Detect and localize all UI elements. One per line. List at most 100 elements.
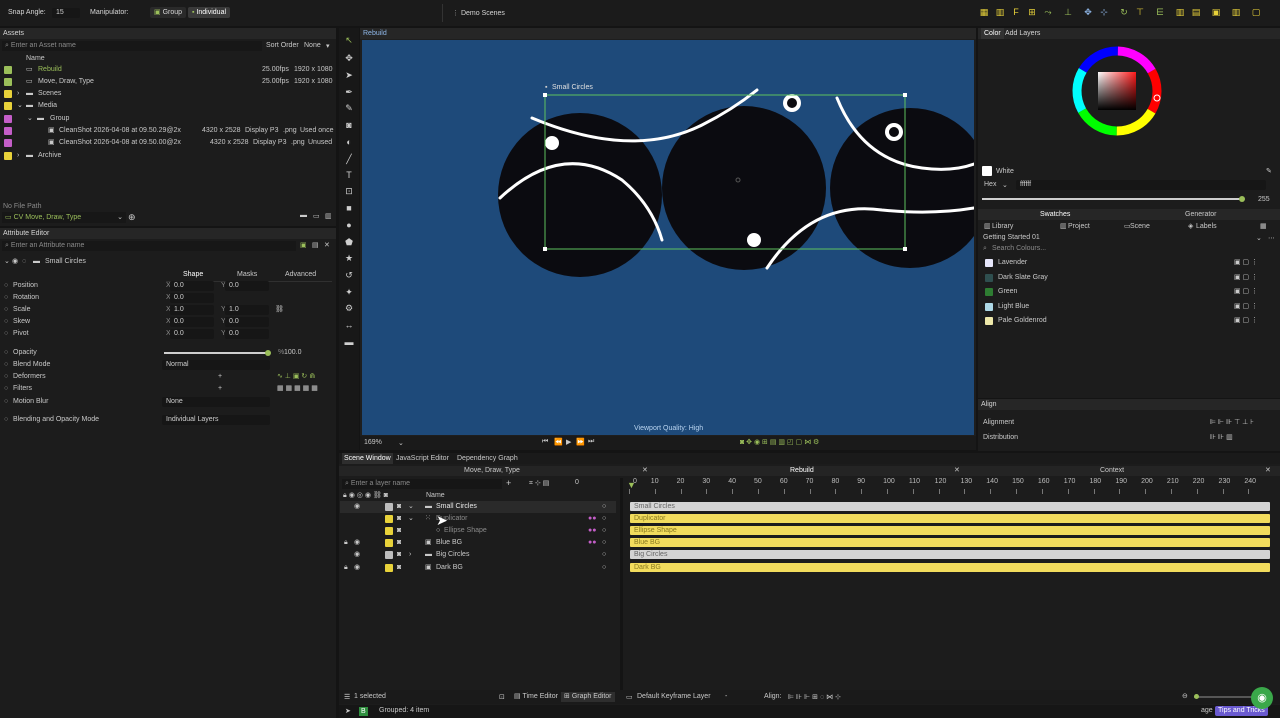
render-column-icon[interactable]: ◙ [384,492,388,499]
filter-icon[interactable]: ▣ [300,241,307,249]
alpha-value[interactable]: 255 [1258,196,1270,203]
text-tool-icon[interactable]: T [343,169,355,181]
pivot-x-input[interactable]: 0.0 [170,329,214,339]
circle-indicator-icon[interactable]: ○ [602,501,606,513]
lock-icon[interactable]: ◌ [22,256,26,268]
close-icon[interactable]: ✕ [642,466,648,476]
selection-handle[interactable] [903,93,907,97]
rotate-icon[interactable]: ↻ [1118,6,1130,18]
skip-end-icon[interactable]: ⏭ [588,438,594,446]
scene-tab-context[interactable]: Context [1100,466,1124,476]
tab-masks[interactable]: Masks [237,271,257,278]
blend-mode-select[interactable]: Normal [162,360,270,370]
visibility-icon[interactable]: ◉ [354,501,360,513]
layer-row[interactable]: 🔒︎ ◉ ◙ ▣ Dark BG ○ [340,562,616,574]
chevron-down-icon[interactable]: ⌄ [4,256,10,268]
frame-icon[interactable]: F [1010,6,1022,18]
keyframe-dash-field[interactable]: - [725,693,727,700]
grid-view-icon[interactable]: ▦ [1260,221,1267,232]
swatch-row[interactable]: Lavender ▣ ▢ ⋮ [978,257,1280,269]
bars-icon[interactable]: ▥ [1174,6,1186,18]
add-deformer-icon[interactable]: + [218,371,222,383]
bar-tool-icon[interactable]: ▬ [343,336,355,348]
layers-icon[interactable]: ▤ [312,241,319,249]
snap-angle-input[interactable]: 15 [52,8,80,18]
star-tool-icon[interactable]: ★ [343,252,355,264]
shape-tool-icon[interactable]: ◐ [343,136,355,148]
scene-selector[interactable]: ▭ CV Move, Draw, Type ⌄ [2,212,126,223]
manipulator-individual-toggle[interactable]: ▪ Individual [188,7,231,18]
viewport-tab[interactable]: Rebuild [363,30,387,37]
colour-search-input[interactable]: Search Colours... [992,245,1046,252]
layer-row[interactable]: ◙ ○ Ellipse Shape ●● ○ [340,525,616,537]
circle-indicator-icon[interactable]: ○ [602,549,606,561]
swatch-actions-icon[interactable]: ▣ ▢ ⋮ [1234,257,1258,269]
chevron-right-icon[interactable]: › [17,150,19,162]
selection-handle[interactable] [543,247,547,251]
columns-icon[interactable]: ▥ [1230,6,1242,18]
tab-shape[interactable]: Shape [183,271,203,278]
snap-grid-icon[interactable]: ▥ [994,6,1006,18]
layout-icon[interactable]: ▣ [1210,6,1222,18]
chevron-down-icon[interactable]: ⌄ [17,100,23,112]
render-icon[interactable]: ◙ [397,525,401,537]
polygon-tool-icon[interactable]: ⬟ [343,236,355,248]
select-tool-icon[interactable]: ↖ [343,34,355,46]
eye-column-icon[interactable]: ◉ [349,492,355,499]
motion-indicator-icon[interactable]: ●● [588,537,596,549]
align-keyframe-icons[interactable]: ⊫ ⊪ ⊩ ⊞ ◌ ⋈ ⊹ [788,693,841,701]
guides-icon[interactable]: ⊞ [1026,6,1038,18]
layer-row[interactable]: ◙ ⌄ ⁙ Duplicator ●● ○ [340,513,616,525]
layer-row[interactable]: ◉ ◙ › ▬ Big Circles ○ [340,549,616,561]
scene-tab-move-draw-type[interactable]: Move, Draw, Type [464,466,520,476]
eyedropper-icon[interactable]: ✎ [1266,167,1272,175]
deformer-tools-icon[interactable]: ∿ ⊥ ▣ ↻ ⋒ [277,371,315,383]
align-bottom-icon[interactable]: ⊥ [1062,6,1074,18]
timeline-zoom-handle[interactable] [1194,694,1199,699]
motion-indicator-icon[interactable]: ●● [588,525,596,537]
lock-icon[interactable]: 🔒︎ [344,537,348,549]
visibility-icon[interactable]: ◉ [12,256,18,268]
zoom-out-icon[interactable]: ⊖ [1182,692,1188,700]
layer-row[interactable]: ◉ ◙ ⌄ ▬ Small Circles ○ [340,501,616,513]
layer-search-bar[interactable]: ⌕ Enter a layer name [342,479,502,489]
new-scene-icon[interactable]: ▭ [313,212,320,220]
ellipse-tool-icon[interactable]: ● [343,219,355,231]
asset-row[interactable]: ▭ Rebuild 25.00fps 1920 x 1080 [0,64,336,76]
width-tool-icon[interactable]: ↔ [343,319,355,331]
pen-tool-icon[interactable]: ✒ [343,86,355,98]
tab-scene-window[interactable]: Scene Window [342,453,393,464]
selection-handle[interactable] [903,247,907,251]
filter-tools-icon[interactable]: ▦ ▦ ▦ ▦ ▦ [277,383,318,395]
circle-indicator-icon[interactable]: ○ [602,537,606,549]
sparkle-tool-icon[interactable]: ✦ [343,286,355,298]
visibility-icon[interactable]: ◉ [354,562,360,574]
color-wheel[interactable] [1072,46,1162,136]
timeline-divider[interactable] [620,478,623,700]
swatch-actions-icon[interactable]: ▣ ▢ ⋮ [1234,315,1258,327]
assets-search-bar[interactable]: ⌕ Enter an Asset name [2,41,262,51]
render-icon[interactable]: ◙ [397,537,401,549]
swatch-actions-icon[interactable]: ▣ ▢ ⋮ [1234,286,1258,298]
render-icon[interactable]: ◙ [397,549,401,561]
chevron-down-icon[interactable]: ⌄ [1256,234,1262,242]
tab-dependency-graph[interactable]: Dependency Graph [457,453,518,464]
distribute-icon[interactable]: ⋿ [1154,6,1166,18]
timeline-track[interactable]: Small Circles [630,502,1270,511]
asset-row[interactable]: ▣ CleanShot 2026-04-08 at 09.50.29@2x 43… [0,125,336,137]
rectangle-tool-icon[interactable]: ■ [343,202,355,214]
sort-dropdown-icon[interactable]: ▾ [326,42,330,50]
opacity-slider[interactable] [164,352,268,354]
line-tool-icon[interactable]: ╱ [343,153,355,165]
new-folder-icon[interactable]: ▬ [300,212,307,219]
hex-input[interactable]: ffffff [1016,180,1266,190]
swatch-actions-icon[interactable]: ▣ ▢ ⋮ [1234,301,1258,313]
chevron-down-icon[interactable]: ⌄ [408,513,414,525]
assets-search-input[interactable]: Enter an Asset name [11,42,76,49]
timeline-track[interactable]: Duplicator [630,514,1270,523]
collection-select[interactable]: Getting Started 01 [983,234,1040,241]
scale-x-input[interactable]: 1.0 [170,305,214,315]
skip-start-icon[interactable]: ⏮ [542,438,548,446]
graph-toggle-icon[interactable]: ⊡ [499,693,505,701]
opacity-slider-handle[interactable] [265,350,271,356]
